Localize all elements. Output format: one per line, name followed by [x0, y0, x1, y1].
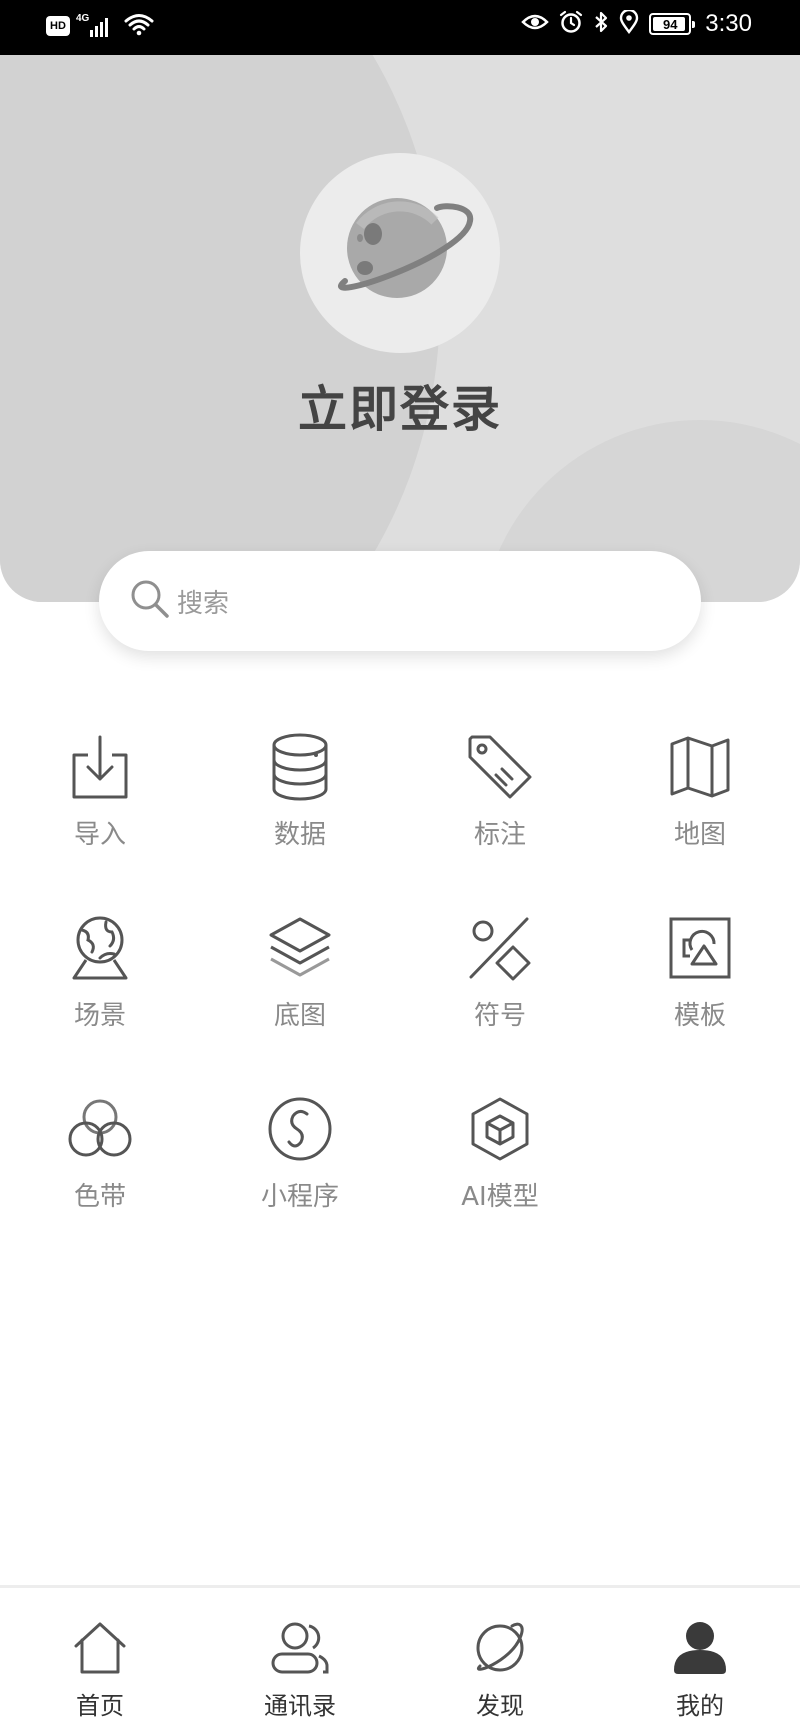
function-label: 标注 — [473, 820, 526, 850]
location-icon — [619, 8, 639, 38]
status-right: 94 3:30 — [521, 8, 752, 38]
eye-icon — [521, 12, 550, 36]
tab-label: 首页 — [76, 1692, 124, 1720]
profile-header: 立即登录 — [0, 55, 800, 602]
template-icon — [665, 913, 735, 983]
function-data[interactable]: 数据 — [200, 720, 400, 901]
home-icon — [68, 1618, 132, 1678]
tab-label: 发现 — [476, 1692, 524, 1720]
network-type: 4G — [76, 13, 90, 24]
search-placeholder: 搜索 — [177, 588, 230, 619]
globe-scene-icon — [65, 913, 135, 983]
tab-label: 我的 — [676, 1692, 724, 1720]
battery-indicator: 94 — [649, 13, 696, 35]
function-template[interactable]: 模板 — [600, 901, 800, 1082]
login-button[interactable]: 立即登录 — [0, 370, 800, 441]
symbol-icon — [465, 913, 535, 983]
status-left: HD 4G — [46, 12, 154, 40]
function-label: AI模型 — [461, 1182, 539, 1212]
tag-icon — [465, 732, 535, 802]
contacts-icon — [268, 1618, 332, 1678]
function-grid: 导入 数据 标注 地图 场景 底图 符号 模板 色带 小程序 AI模型 — [0, 720, 800, 1263]
function-ai-model[interactable]: AI模型 — [400, 1082, 600, 1263]
tab-label: 通讯录 — [264, 1692, 336, 1720]
function-symbol[interactable]: 符号 — [400, 901, 600, 1082]
function-label: 小程序 — [260, 1182, 339, 1212]
function-basemap[interactable]: 底图 — [200, 901, 400, 1082]
function-label: 色带 — [73, 1182, 126, 1212]
clock: 3:30 — [705, 10, 752, 37]
function-annotate[interactable]: 标注 — [400, 720, 600, 901]
avatar[interactable] — [300, 153, 500, 353]
cellular-signal-icon: 4G — [76, 13, 118, 39]
function-label: 符号 — [473, 1001, 526, 1031]
battery-level: 94 — [663, 16, 678, 32]
map-icon — [665, 732, 735, 802]
tab-discover[interactable]: 发现 — [400, 1588, 600, 1733]
bluetooth-icon — [593, 10, 609, 38]
function-color-band[interactable]: 色带 — [0, 1082, 200, 1263]
planet-avatar-icon — [325, 186, 475, 320]
function-label: 场景 — [73, 1001, 126, 1031]
tab-mine[interactable]: 我的 — [600, 1588, 800, 1733]
status-bar: HD 4G 94 3:30 — [0, 0, 800, 55]
function-label: 数据 — [273, 820, 326, 850]
import-icon — [65, 732, 135, 802]
wifi-icon — [124, 12, 154, 40]
function-import[interactable]: 导入 — [0, 720, 200, 901]
color-band-icon — [65, 1094, 135, 1164]
ai-model-cube-icon — [465, 1094, 535, 1164]
tab-contacts[interactable]: 通讯录 — [200, 1588, 400, 1733]
function-label: 地图 — [673, 820, 726, 850]
function-scene[interactable]: 场景 — [0, 901, 200, 1082]
function-label: 模板 — [673, 1001, 726, 1031]
mini-program-icon — [265, 1094, 335, 1164]
tab-home[interactable]: 首页 — [0, 1588, 200, 1733]
profile-icon — [668, 1618, 732, 1678]
function-label: 底图 — [273, 1001, 326, 1031]
bottom-tab-bar: 首页 通讯录 发现 我的 — [0, 1585, 800, 1733]
hd-badge: HD — [46, 16, 70, 36]
search-bar[interactable]: 搜索 — [99, 551, 701, 651]
alarm-icon — [559, 10, 583, 38]
function-map[interactable]: 地图 — [600, 720, 800, 901]
discover-planet-icon — [468, 1618, 532, 1678]
function-label: 导入 — [73, 820, 126, 850]
function-mini-program[interactable]: 小程序 — [200, 1082, 400, 1263]
database-icon — [265, 732, 335, 802]
layers-icon — [265, 913, 335, 983]
search-icon — [129, 578, 171, 624]
